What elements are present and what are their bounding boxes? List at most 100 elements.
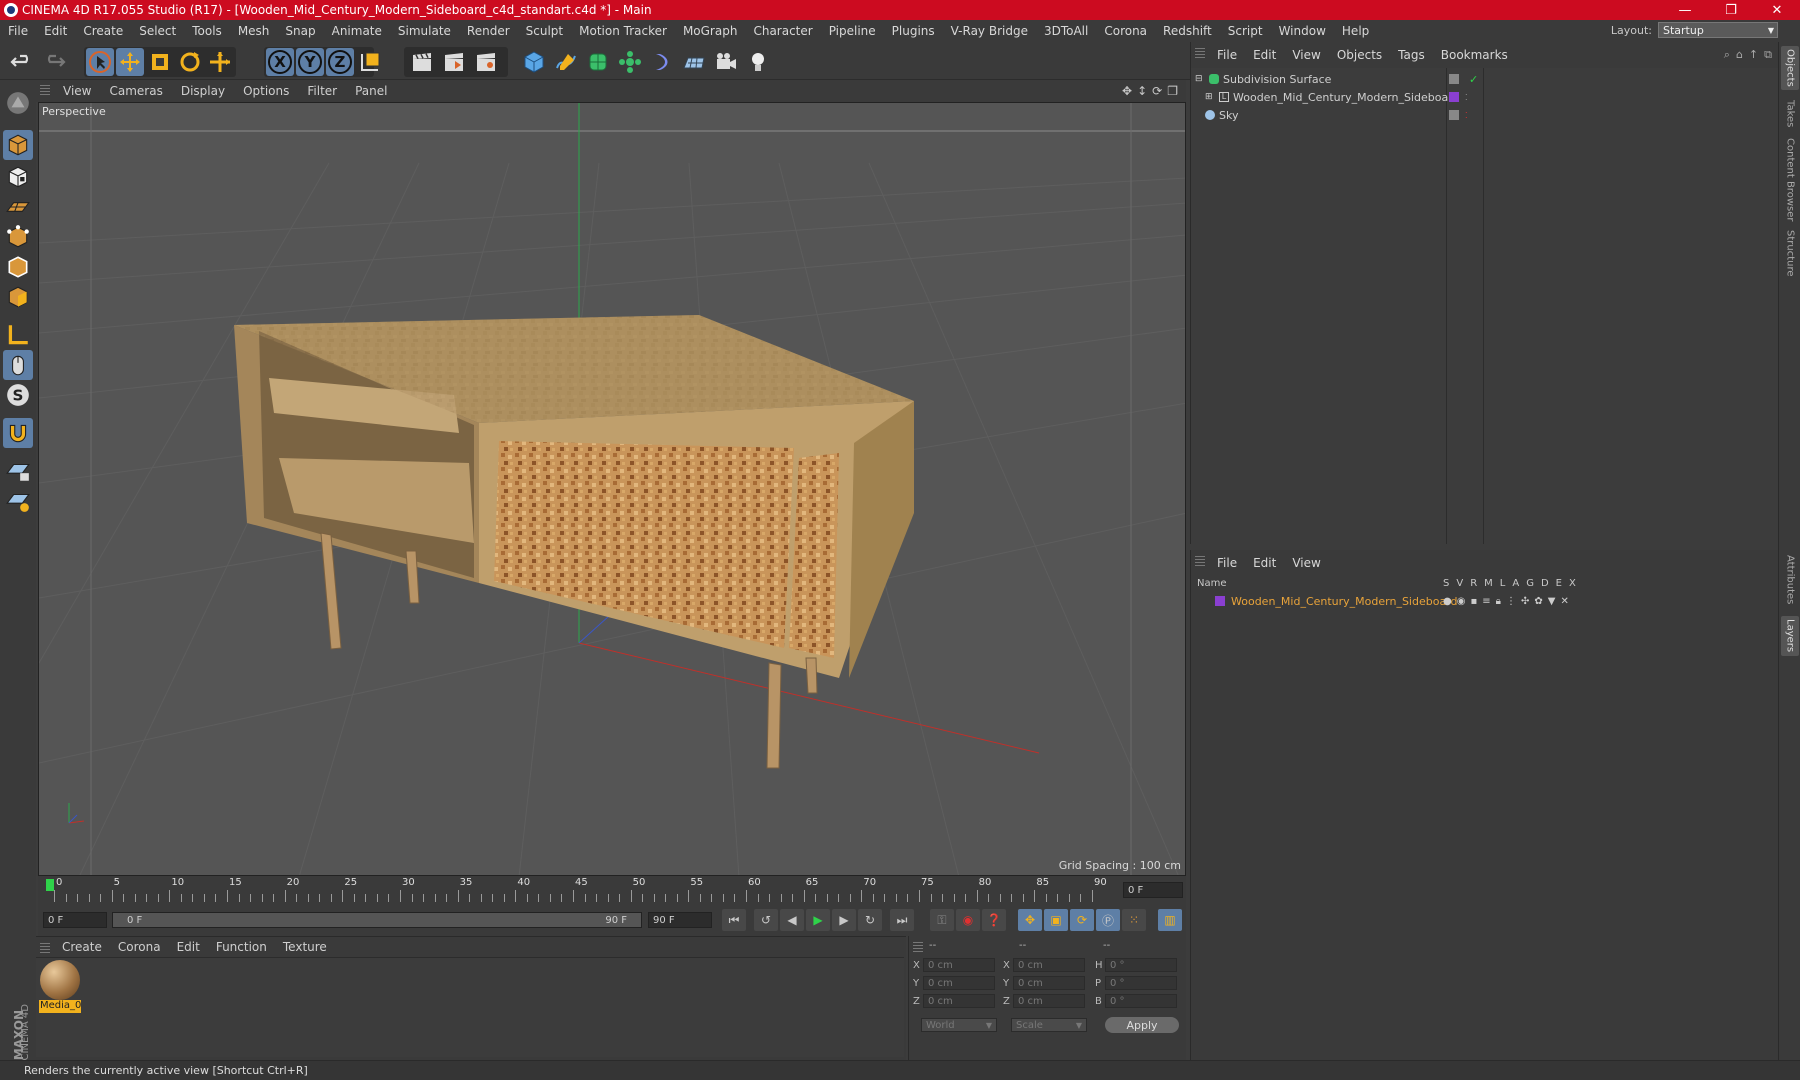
object-menu-bookmarks[interactable]: Bookmarks xyxy=(1433,48,1516,62)
pos-y-field[interactable]: 0 cm xyxy=(923,976,995,990)
layout-dropdown[interactable]: Startup ▼ xyxy=(1658,22,1778,38)
close-button[interactable]: ✕ xyxy=(1754,0,1800,20)
object-menu-file[interactable]: File xyxy=(1209,48,1245,62)
layer-color-swatch[interactable] xyxy=(1215,596,1225,606)
viewport-menu-filter[interactable]: Filter xyxy=(298,84,346,98)
minimize-button[interactable]: — xyxy=(1662,0,1708,20)
maximize-button[interactable]: ❐ xyxy=(1708,0,1754,20)
keyframe-selection-button[interactable]: ❓ xyxy=(982,909,1006,931)
size-z-field[interactable]: 0 cm xyxy=(1013,994,1085,1008)
points-mode-button[interactable] xyxy=(3,222,33,252)
layer-menu-edit[interactable]: Edit xyxy=(1245,556,1284,570)
viewport-menu-display[interactable]: Display xyxy=(172,84,234,98)
rot-b-field[interactable]: 0 ° xyxy=(1105,994,1177,1008)
key-scale-button[interactable]: ▣ xyxy=(1044,909,1068,931)
array-cloner-button[interactable] xyxy=(616,48,644,76)
menu-create[interactable]: Create xyxy=(75,24,131,38)
pan-view-icon[interactable]: ✥ xyxy=(1122,84,1132,98)
menu-select[interactable]: Select xyxy=(131,24,184,38)
search-icon[interactable]: ⌕ xyxy=(1724,48,1730,62)
menu-script[interactable]: Script xyxy=(1220,24,1271,38)
material-menu-edit[interactable]: Edit xyxy=(169,940,208,954)
go-to-end-button[interactable]: ⏭ xyxy=(890,909,914,931)
z-axis-lock-button[interactable]: Z xyxy=(326,48,354,76)
viewport-menu-panel[interactable]: Panel xyxy=(346,84,396,98)
rot-p-field[interactable]: 0 ° xyxy=(1105,976,1177,990)
menu-edit[interactable]: Edit xyxy=(36,24,75,38)
expand-toggle-icon[interactable]: ⊞ xyxy=(1205,92,1215,102)
key-position-button[interactable]: ✥ xyxy=(1018,909,1042,931)
object-menu-objects[interactable]: Objects xyxy=(1329,48,1390,62)
auto-keying-button[interactable]: ◉ xyxy=(956,909,980,931)
camera-button[interactable] xyxy=(712,48,740,76)
menu-tools[interactable]: Tools xyxy=(184,24,230,38)
menu-mograph[interactable]: MoGraph xyxy=(675,24,746,38)
tab-structure[interactable]: Structure xyxy=(1781,228,1799,278)
axis-mode-button[interactable] xyxy=(3,320,33,350)
object-menu-edit[interactable]: Edit xyxy=(1245,48,1284,62)
tab-attributes[interactable]: Attributes xyxy=(1781,550,1799,610)
visible-eye-icon[interactable]: ◉ xyxy=(1457,596,1466,607)
layer-menu-file[interactable]: File xyxy=(1209,556,1245,570)
size-mode-dropdown[interactable]: Scale ▼ xyxy=(1011,1018,1087,1032)
orbit-view-icon[interactable]: ⟳ xyxy=(1152,84,1162,98)
record-keys-button[interactable]: ⚿ xyxy=(930,909,954,931)
layer-row[interactable]: Wooden_Mid_Century_Modern_Sideboard ● ◉ … xyxy=(1191,592,1779,610)
snap-toggle-button[interactable]: S xyxy=(3,380,33,410)
menu-file[interactable]: File xyxy=(0,24,36,38)
menu-pipeline[interactable]: Pipeline xyxy=(821,24,884,38)
object-row-sideboard[interactable]: ⊞ L Wooden_Mid_Century_Modern_Sideboard … xyxy=(1191,88,1779,106)
material-menu-corona[interactable]: Corona xyxy=(110,940,169,954)
maximize-view-icon[interactable]: ❐ xyxy=(1167,84,1178,98)
pos-x-field[interactable]: 0 cm xyxy=(923,958,995,972)
floor-button[interactable] xyxy=(680,48,708,76)
layer-color-swatch[interactable] xyxy=(1449,92,1459,102)
edit-visibility-icon[interactable] xyxy=(1449,110,1459,120)
tab-objects[interactable]: Objects xyxy=(1781,46,1799,90)
menu-simulate[interactable]: Simulate xyxy=(390,24,459,38)
workplane-mode-button[interactable] xyxy=(3,192,33,222)
tab-content-browser[interactable]: Content Browser xyxy=(1781,138,1799,222)
menu-character[interactable]: Character xyxy=(745,24,820,38)
home-icon[interactable]: ⌂ xyxy=(1736,48,1743,62)
edit-visibility-icon[interactable] xyxy=(1449,74,1459,84)
render-settings-button[interactable] xyxy=(472,48,500,76)
menu-motion-tracker[interactable]: Motion Tracker xyxy=(571,24,675,38)
collapse-toggle-icon[interactable]: ⊟ xyxy=(1195,74,1205,84)
model-mode-button[interactable] xyxy=(3,130,33,160)
magnet-tool-button[interactable] xyxy=(3,418,33,448)
menu-help[interactable]: Help xyxy=(1334,24,1377,38)
size-x-field[interactable]: 0 cm xyxy=(1013,958,1085,972)
menu-snap[interactable]: Snap xyxy=(277,24,323,38)
object-menu-tags[interactable]: Tags xyxy=(1390,48,1433,62)
move-tool-button[interactable] xyxy=(116,48,144,76)
viewport-menu-cameras[interactable]: Cameras xyxy=(100,84,171,98)
timeline-window-button[interactable]: ▥ xyxy=(1158,909,1182,931)
menu-vray-bridge[interactable]: V-Ray Bridge xyxy=(943,24,1036,38)
material-swatch[interactable]: Media_0 xyxy=(39,960,81,1014)
x-axis-lock-button[interactable]: X xyxy=(266,48,294,76)
lock-icon[interactable]: 🔒︎ xyxy=(1496,596,1501,607)
rot-h-field[interactable]: 0 ° xyxy=(1105,958,1177,972)
start-frame-field[interactable]: 0 F xyxy=(43,912,107,928)
rotate-tool-button[interactable] xyxy=(176,48,204,76)
polygons-mode-button[interactable] xyxy=(3,282,33,312)
key-rotation-button[interactable]: ⟳ xyxy=(1070,909,1094,931)
render-view-button[interactable] xyxy=(408,48,436,76)
planar-workplane-button[interactable] xyxy=(3,486,33,516)
menu-render[interactable]: Render xyxy=(459,24,518,38)
apply-button[interactable]: Apply xyxy=(1105,1017,1179,1033)
menu-mesh[interactable]: Mesh xyxy=(230,24,278,38)
menu-animate[interactable]: Animate xyxy=(324,24,390,38)
next-key-button[interactable]: ↻ xyxy=(858,909,882,931)
generator-toggle-icon[interactable]: ✣ xyxy=(1521,596,1529,607)
scale-tool-button[interactable] xyxy=(146,48,174,76)
coordinate-system-button[interactable] xyxy=(356,48,384,76)
animation-toggle-icon[interactable]: ⋮ xyxy=(1506,596,1516,607)
undo-button[interactable] xyxy=(8,48,36,76)
visibility-dots-red-icon[interactable]: ⁚ xyxy=(1465,111,1468,120)
previous-frame-button[interactable]: ◀ xyxy=(780,909,804,931)
dolly-view-icon[interactable]: ↕ xyxy=(1137,84,1147,98)
render-picture-viewer-button[interactable] xyxy=(440,48,468,76)
deformer-button[interactable] xyxy=(648,48,676,76)
